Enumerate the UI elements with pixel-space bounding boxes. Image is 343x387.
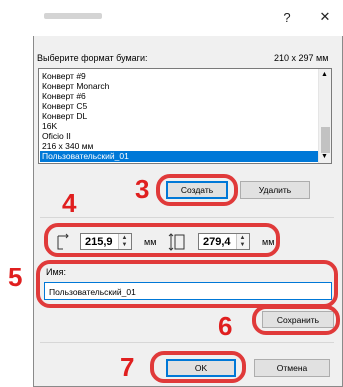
name-label: Имя: (46, 267, 67, 277)
scrollbar-thumb[interactable] (321, 127, 330, 153)
step6-marker: 6 (218, 311, 233, 341)
list-scrollbar[interactable]: ▲ ▼ (318, 69, 331, 163)
height-down-icon[interactable]: ▼ (237, 242, 248, 250)
delete-button[interactable]: Удалить (240, 181, 310, 199)
height-spinner[interactable]: 279,4 ▲ ▼ (198, 233, 250, 250)
paper-list[interactable]: Конверт #9 Конверт Monarch Конверт #6 Ко… (38, 68, 332, 164)
name-input-value: Пользовательский_01 (49, 287, 136, 297)
close-icon[interactable]: ✕ (314, 6, 336, 28)
cancel-button[interactable]: Отмена (254, 359, 330, 377)
scroll-down-icon[interactable]: ▼ (321, 153, 328, 160)
step3-highlight (156, 174, 238, 206)
height-up-icon[interactable]: ▲ (237, 234, 248, 242)
paper-format-size: 210 x 297 мм (274, 53, 329, 63)
height-unit-label: мм (262, 237, 275, 247)
step5-marker: 5 (8, 262, 23, 292)
width-unit-label: мм (144, 237, 157, 247)
list-item-selected[interactable]: Пользовательский_01 (40, 151, 320, 162)
height-arrow-icon (168, 233, 185, 251)
width-down-icon[interactable]: ▼ (119, 242, 130, 250)
step3-marker: 3 (135, 174, 150, 204)
name-input[interactable]: Пользовательский_01 (44, 282, 332, 300)
width-arrow-icon (57, 233, 69, 250)
scroll-up-icon[interactable]: ▲ (321, 71, 328, 78)
width-spinner[interactable]: 215,9 ▲ ▼ (80, 233, 132, 250)
step7-highlight (150, 351, 246, 383)
height-value: 279,4 (203, 236, 231, 248)
step6-highlight (252, 305, 340, 335)
help-button[interactable]: ? (276, 6, 298, 28)
step4-marker: 4 (62, 188, 77, 218)
width-value: 215,9 (85, 236, 113, 248)
width-up-icon[interactable]: ▲ (119, 234, 130, 242)
separator (40, 217, 334, 218)
window-title-blurred (44, 13, 102, 19)
paper-format-label: Выберите формат бумаги: (37, 53, 148, 63)
step7-marker: 7 (120, 352, 135, 382)
separator (40, 342, 334, 343)
